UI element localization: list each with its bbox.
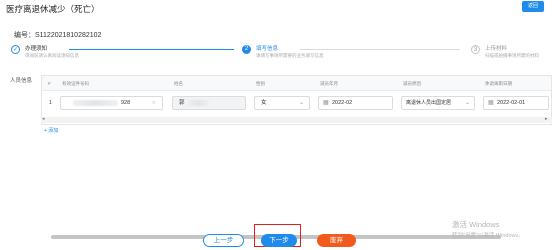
step-3-title: 上传材料: [485, 46, 508, 52]
step-3-number: 3: [471, 45, 480, 54]
step-connector-2: [300, 49, 460, 50]
reduce-month-picker[interactable]: ▦ 2022-02: [318, 96, 393, 110]
scroll-right-arrow-icon[interactable]: ▸: [545, 116, 548, 122]
chevron-down-icon: ⌄: [299, 100, 305, 106]
step-connector-1: [69, 49, 234, 50]
horizontal-scrollbar[interactable]: [41, 117, 552, 239]
windows-activation-hint: 转到"设置"以激活 Windows。: [452, 233, 524, 239]
step-1-check-icon: ✓: [11, 45, 20, 54]
reason-select[interactable]: 离退休人员出国定居 ⌄: [401, 96, 475, 110]
chevron-down-icon: ⌄: [465, 100, 471, 106]
calendar-icon: ▦: [323, 100, 329, 106]
name-prefix: 郭: [179, 100, 185, 106]
column-header-reduce-month: 减员年月: [320, 81, 338, 86]
redacted-name: [187, 100, 209, 106]
column-header-index: #: [48, 81, 51, 86]
step-2-desc: 请填写事项所需要的业务填写信息: [256, 53, 324, 58]
top-right-button[interactable]: 返回: [522, 1, 544, 12]
column-header-id-number: 有效证件号码: [62, 81, 89, 86]
id-number-suffix: 928: [121, 100, 131, 106]
application-number: 编号：S1122021810282102: [14, 32, 102, 39]
gender-select[interactable]: 女 ⌄: [254, 96, 310, 110]
step-3-desc: 扫描或拍摄事项所需的材料: [485, 53, 539, 58]
step-1-title: 办理须知: [25, 46, 48, 52]
name-field[interactable]: 郭: [172, 96, 246, 110]
persons-section-label: 人员信息: [10, 78, 33, 84]
reason-value: 离退休人员出国定居: [406, 100, 452, 106]
redacted-id-prefix: [73, 100, 118, 106]
search-icon[interactable]: ○: [152, 97, 156, 109]
retire-date-picker[interactable]: ▦ 2022-02-01: [483, 96, 549, 110]
scroll-left-arrow-icon[interactable]: ◂: [42, 116, 45, 122]
page-title: 医疗离退休减少（死亡）: [6, 4, 100, 14]
retire-date-value: 2022-02-01: [497, 100, 526, 106]
gender-value: 女: [261, 100, 267, 106]
calendar-icon: ▦: [488, 100, 494, 106]
prev-step-button[interactable]: 上一步: [203, 234, 244, 247]
next-step-button[interactable]: 下一步: [261, 234, 297, 247]
windows-activation-title: 激活 Windows: [452, 220, 500, 229]
add-person-link[interactable]: + 添加: [44, 127, 58, 134]
column-header-date: 休退离职日期: [485, 81, 512, 86]
reduce-month-value: 2022-02: [332, 100, 353, 106]
abandon-button[interactable]: 废弃: [317, 234, 356, 247]
step-2-number: 2: [242, 45, 251, 54]
row-index: 1: [49, 100, 52, 106]
id-number-input[interactable]: 928 ○: [60, 96, 163, 110]
step-1-desc: 审阅前请认真阅读须知信息: [25, 53, 79, 58]
step-2-title: 填写信息: [256, 46, 279, 52]
column-header-name: 姓名: [174, 81, 183, 86]
column-header-reason: 减员原因: [403, 81, 421, 86]
column-header-gender: 性别: [256, 81, 265, 86]
